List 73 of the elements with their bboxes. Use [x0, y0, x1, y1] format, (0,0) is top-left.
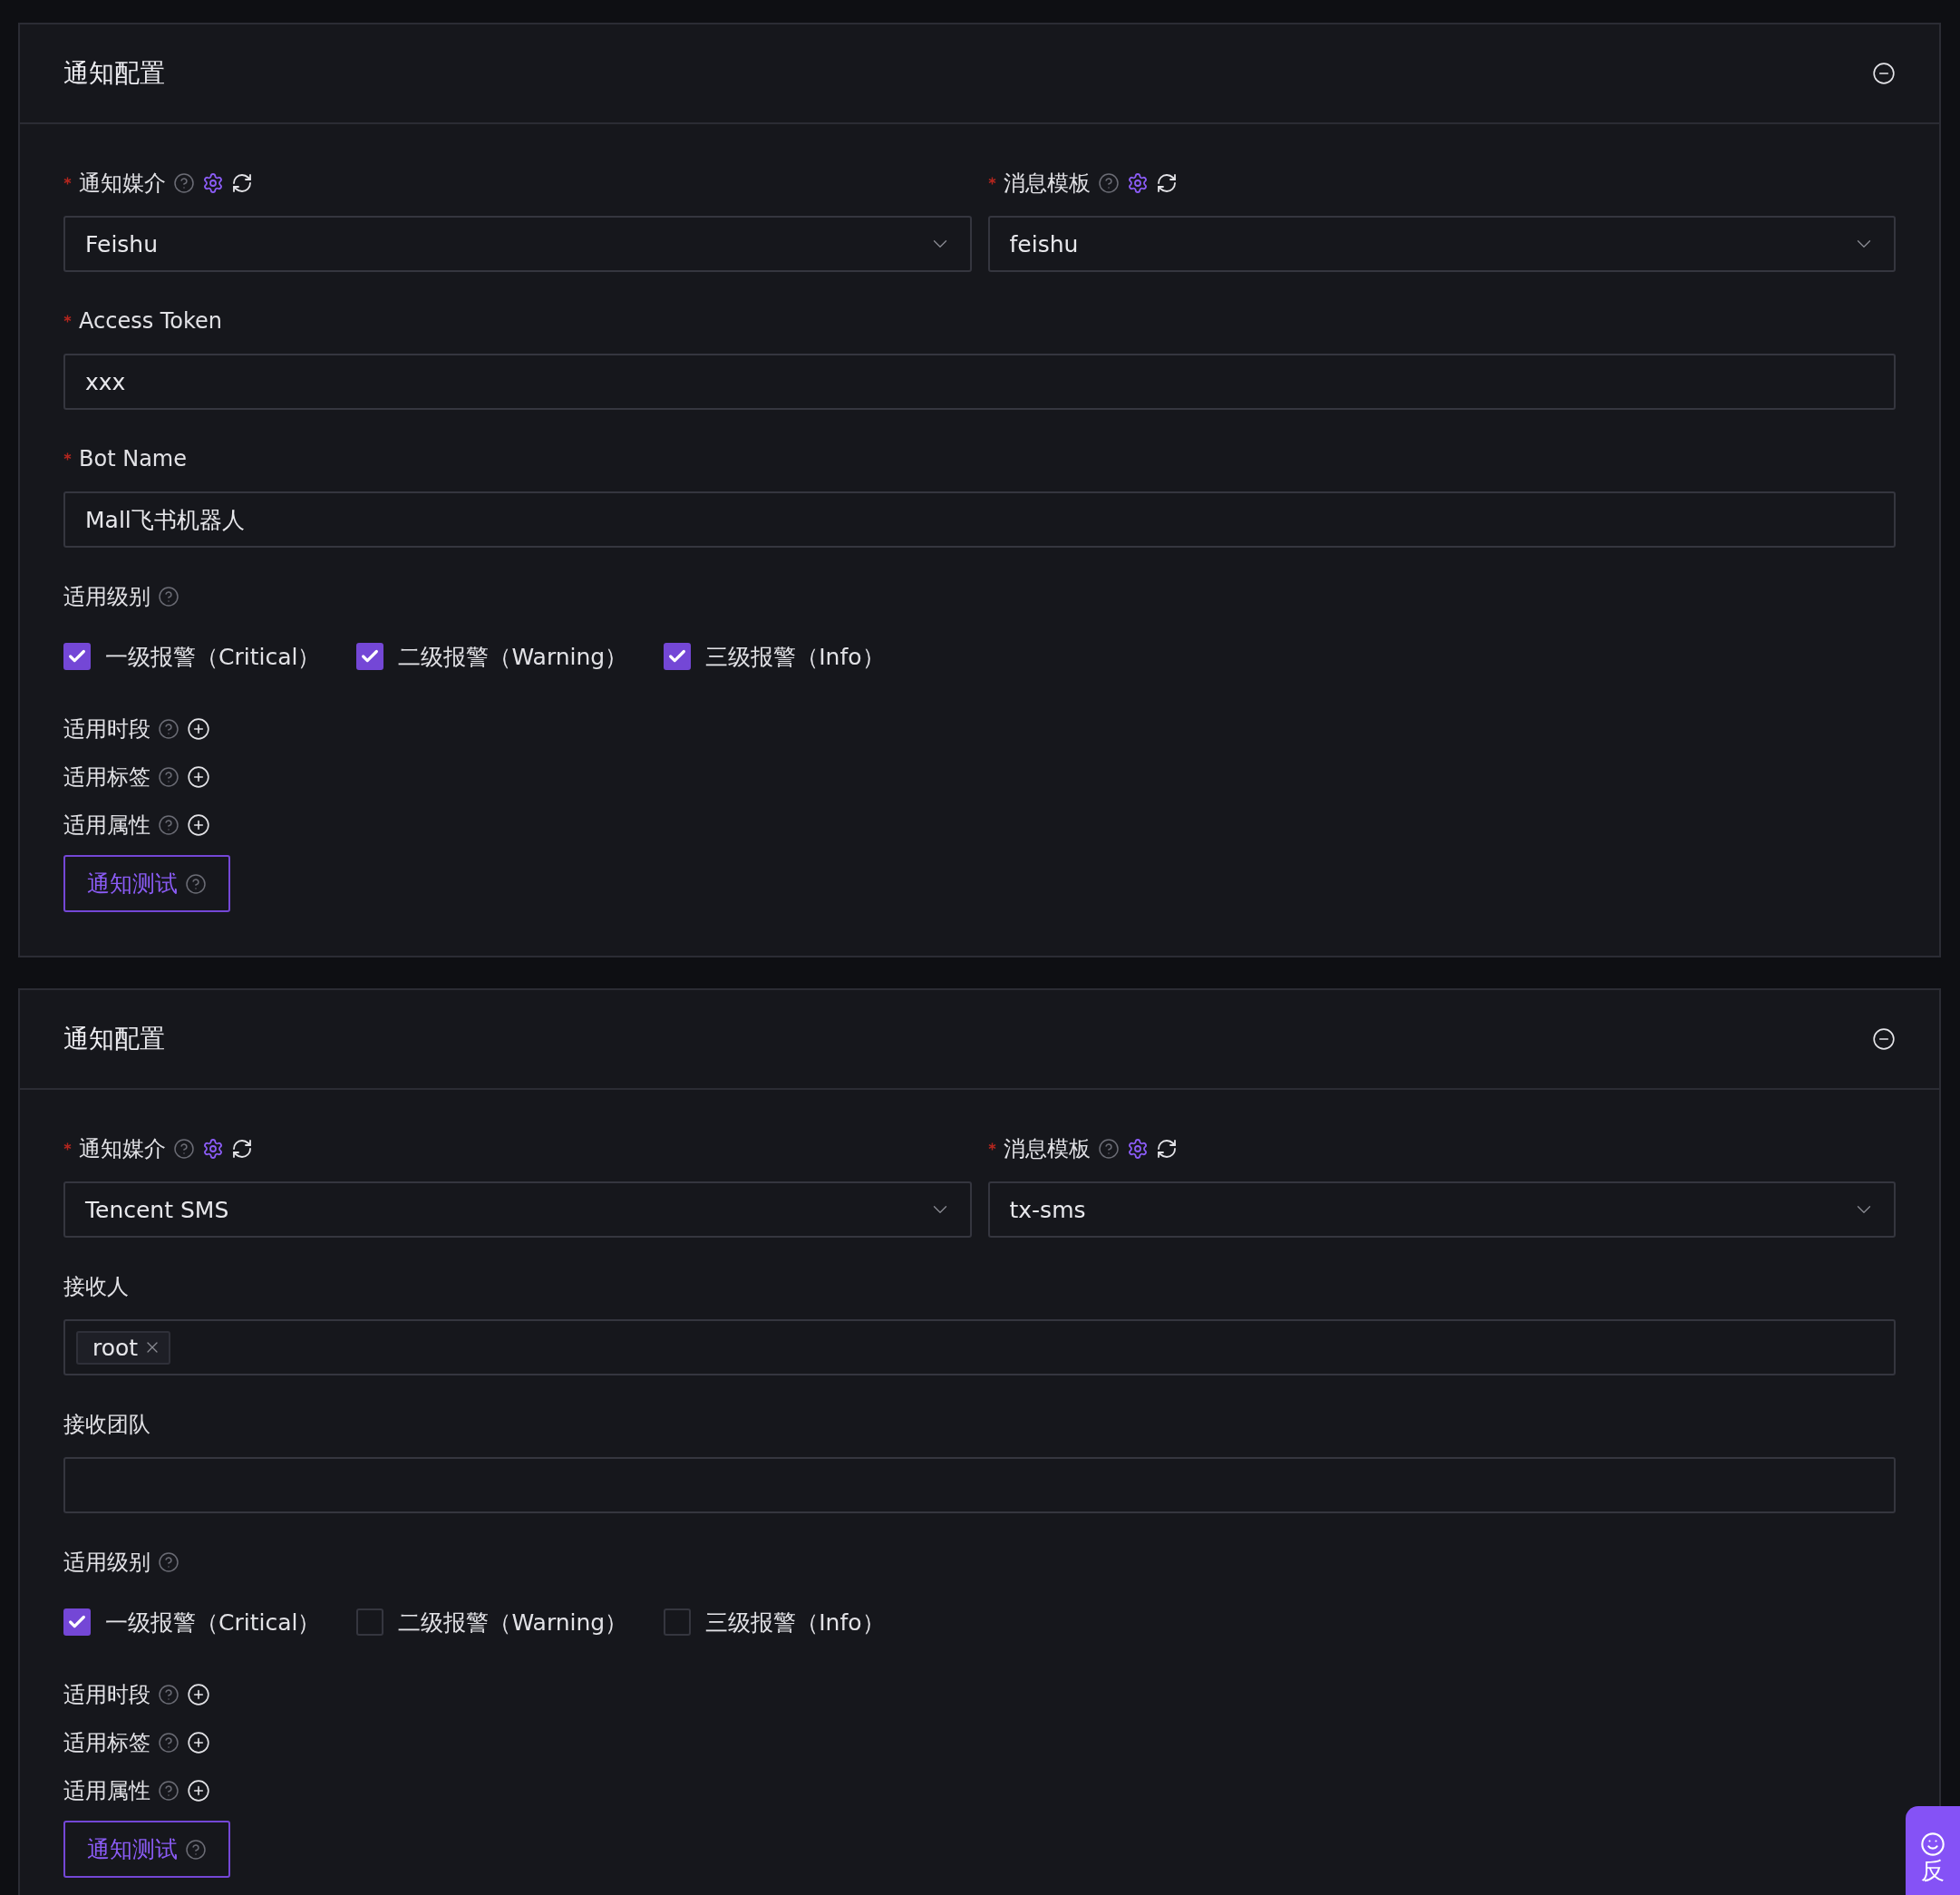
level-checkbox[interactable]: 三级报警（Info）	[664, 1607, 885, 1637]
add-icon[interactable]	[187, 1779, 210, 1803]
checkbox[interactable]	[63, 1608, 91, 1636]
field-label: Access Token	[63, 308, 223, 334]
select-field[interactable]: feishu	[987, 216, 1896, 272]
level-checkbox[interactable]: 一级报警（Critical）	[63, 641, 321, 672]
select-field[interactable]: Feishu	[63, 216, 972, 272]
help-icon[interactable]	[185, 872, 207, 895]
help-icon[interactable]	[158, 814, 180, 836]
checkbox[interactable]	[664, 643, 692, 670]
settings-icon[interactable]	[1126, 1138, 1149, 1160]
help-icon[interactable]	[158, 1780, 180, 1802]
field-label: 消息模板	[987, 169, 1091, 198]
test-button[interactable]: 通知测试	[63, 855, 230, 912]
settings-icon[interactable]	[202, 172, 224, 194]
settings-icon[interactable]	[202, 1138, 224, 1160]
field-label: 适用标签	[63, 1729, 150, 1757]
select-field[interactable]: tx-sms	[987, 1181, 1896, 1238]
checkbox[interactable]	[356, 643, 384, 670]
refresh-icon[interactable]	[1155, 172, 1178, 194]
field-label: 适用级别	[63, 1549, 150, 1577]
collapse-icon[interactable]	[1872, 62, 1896, 85]
add-icon[interactable]	[187, 717, 210, 741]
field-label: 适用时段	[63, 1681, 150, 1709]
add-icon[interactable]	[187, 765, 210, 789]
feedback-widget[interactable]: 反	[1906, 1806, 1960, 1895]
help-icon[interactable]	[158, 1684, 180, 1706]
help-icon[interactable]	[158, 718, 180, 740]
field-label: 消息模板	[987, 1134, 1091, 1163]
level-checkbox[interactable]: 二级报警（Warning）	[356, 1607, 628, 1637]
refresh-icon[interactable]	[1155, 1138, 1178, 1160]
test-button[interactable]: 通知测试	[63, 1821, 230, 1878]
input-field[interactable]: Mall飞书机器人	[63, 491, 1896, 548]
checkbox[interactable]	[63, 643, 91, 670]
field-label: 适用属性	[63, 1777, 150, 1805]
field-label: 接收团队	[63, 1411, 150, 1439]
select-field[interactable]: Tencent SMS	[63, 1181, 972, 1238]
input-field[interactable]: xxx	[63, 354, 1896, 410]
field-label: 通知媒介	[63, 169, 166, 198]
settings-icon[interactable]	[1126, 172, 1149, 194]
level-checkbox[interactable]: 二级报警（Warning）	[356, 641, 628, 672]
input-field[interactable]	[63, 1457, 1896, 1513]
collapse-icon[interactable]	[1872, 1027, 1896, 1051]
help-icon[interactable]	[158, 1732, 180, 1754]
help-icon[interactable]	[158, 766, 180, 788]
refresh-icon[interactable]	[231, 172, 253, 194]
help-icon[interactable]	[1097, 1138, 1120, 1160]
help-icon[interactable]	[185, 1838, 207, 1861]
card-title: 通知配置	[63, 57, 165, 90]
level-checkbox[interactable]: 三级报警（Info）	[664, 641, 885, 672]
checkbox[interactable]	[356, 1608, 384, 1636]
card-title: 通知配置	[63, 1023, 165, 1055]
help-icon[interactable]	[173, 172, 195, 194]
tag-select-field[interactable]: root	[63, 1319, 1896, 1375]
tag: root	[76, 1330, 171, 1365]
field-label: 适用属性	[63, 811, 150, 840]
help-icon[interactable]	[1097, 172, 1120, 194]
field-label: 适用标签	[63, 763, 150, 792]
add-icon[interactable]	[187, 1683, 210, 1706]
level-checkbox[interactable]: 一级报警（Critical）	[63, 1607, 321, 1637]
add-icon[interactable]	[187, 1731, 210, 1754]
smile-icon	[1920, 1832, 1945, 1857]
add-icon[interactable]	[187, 813, 210, 837]
field-label: 通知媒介	[63, 1134, 166, 1163]
refresh-icon[interactable]	[231, 1138, 253, 1160]
field-label: Bot Name	[63, 446, 187, 471]
field-label: 接收人	[63, 1273, 129, 1301]
field-label: 适用级别	[63, 583, 150, 611]
help-icon[interactable]	[173, 1138, 195, 1160]
help-icon[interactable]	[158, 586, 180, 607]
field-label: 适用时段	[63, 715, 150, 743]
checkbox[interactable]	[664, 1608, 692, 1636]
help-icon[interactable]	[158, 1551, 180, 1573]
